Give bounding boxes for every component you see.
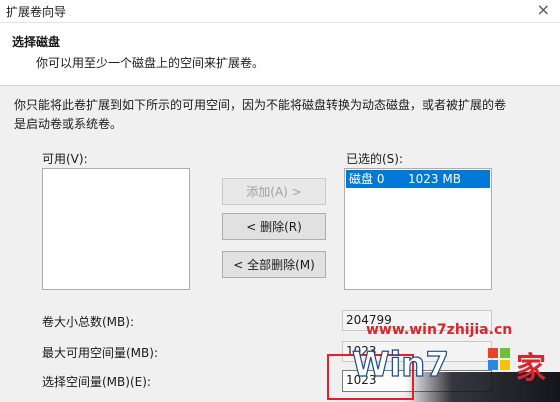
max-space-label: 最大可用空间量(MB): xyxy=(42,346,158,360)
description-line: 是启动卷或系统卷。 xyxy=(14,117,123,131)
disk-size: 1023 MB xyxy=(408,172,461,186)
select-space-label: 选择空间量(MB)(E): xyxy=(42,375,151,389)
available-listbox[interactable] xyxy=(42,168,190,290)
available-label: 可用(V): xyxy=(42,152,88,166)
watermark-logo-suffix: 家 xyxy=(516,351,546,386)
disk-name: 磁盘 0 xyxy=(349,172,385,186)
watermark-logo: Win7 家 xyxy=(351,344,546,386)
wizard-header: 选择磁盘 你可以用至少一个磁盘上的空间来扩展卷。 xyxy=(0,23,560,86)
page-title: 选择磁盘 xyxy=(12,35,61,49)
title-bar: 扩展卷向导 × xyxy=(0,0,560,23)
remove-all-button[interactable]: < 全部删除(M) xyxy=(222,251,326,278)
close-icon[interactable]: × xyxy=(537,0,550,19)
description-line: 你只能将此卷扩展到如下所示的可用空间，因为不能将磁盘转换为动态磁盘，或者被扩展的… xyxy=(14,98,507,112)
description-text: 你只能将此卷扩展到如下所示的可用空间，因为不能将磁盘转换为动态磁盘，或者被扩展的… xyxy=(14,96,534,134)
selected-label: 已选的(S): xyxy=(346,152,404,166)
windows-flag-icon xyxy=(488,348,510,370)
window-title: 扩展卷向导 xyxy=(6,5,67,19)
watermark-logo-text: Win7 xyxy=(352,345,449,385)
add-button[interactable]: 添加(A) > xyxy=(222,178,326,205)
total-size-label: 卷大小总数(MB): xyxy=(42,315,134,329)
remove-button[interactable]: < 删除(R) xyxy=(222,213,326,240)
selected-listbox[interactable]: 磁盘 0 1023 MB xyxy=(344,168,492,290)
list-item[interactable]: 磁盘 0 1023 MB xyxy=(346,170,490,188)
page-subtitle: 你可以用至少一个磁盘上的空间来扩展卷。 xyxy=(36,56,265,70)
